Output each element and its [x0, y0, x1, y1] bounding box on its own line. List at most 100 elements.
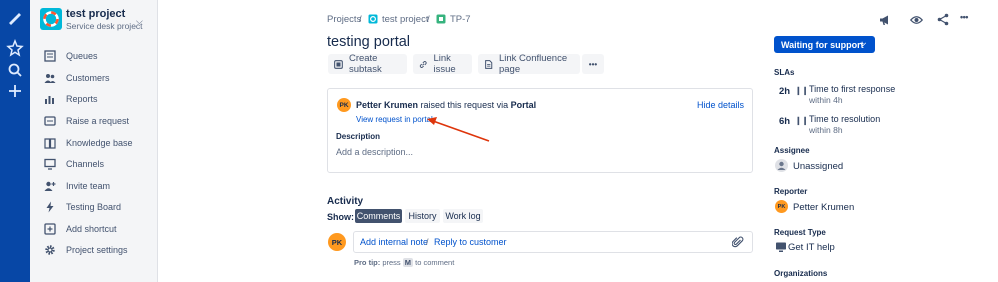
subtask-icon [334, 59, 343, 69]
sidebar-item-label: Reports [66, 94, 98, 104]
create-subtask-label: Create subtask [348, 53, 382, 75]
assignee-heading: Assignee [774, 146, 810, 155]
add-person-icon [44, 181, 56, 191]
issue-title[interactable]: testing portal [327, 34, 410, 50]
breadcrumb-issue-key[interactable]: TP-7 [450, 14, 471, 25]
unassigned-avatar-icon [775, 159, 788, 172]
watch-eye-icon[interactable] [910, 14, 923, 26]
sidebar-item-label: Knowledge base [66, 138, 133, 148]
reports-icon [45, 96, 54, 104]
reporter-value[interactable]: Petter Krumen [793, 202, 854, 213]
more-options-icon[interactable]: ••• [960, 12, 968, 22]
global-nav-rail [0, 0, 30, 282]
lightning-icon [46, 201, 54, 213]
pause-icon: ❙❙ [795, 86, 809, 95]
request-type-value[interactable]: Get IT help [788, 242, 835, 253]
sidebar-item-label: Project settings [66, 245, 128, 255]
customers-icon [44, 74, 56, 83]
book-icon [44, 138, 56, 149]
sidebar-item-knowledge-base[interactable]: Knowledge base [44, 135, 133, 151]
tab-work-log[interactable]: Work log [443, 209, 483, 223]
pro-tip-label: Pro tip: [354, 258, 381, 267]
organizations-heading: Organizations [774, 269, 828, 278]
paperclip-icon[interactable] [732, 236, 744, 248]
link-issue-button[interactable]: Link issue [413, 53, 472, 75]
link-issue-label: Link issue [433, 53, 456, 75]
sla-goal: within 8h [809, 125, 843, 135]
pause-icon: ❙❙ [795, 116, 809, 125]
computer-icon [776, 242, 786, 252]
chevron-down-icon[interactable]: ⌵ [136, 16, 143, 27]
assignee-value[interactable]: Unassigned [793, 161, 843, 172]
breadcrumb-separator: / [427, 14, 430, 25]
raise-request-icon [44, 116, 56, 126]
pro-tip: Pro tip: press M to comment [354, 258, 454, 267]
create-plus-icon[interactable] [6, 82, 24, 100]
view-request-in-portal-link[interactable]: View request in portal [356, 115, 433, 124]
sidebar-item-label: Invite team [66, 181, 111, 191]
sidebar-item-testing-board[interactable]: Testing Board [44, 199, 121, 215]
search-icon[interactable] [6, 61, 24, 79]
sidebar-item-customers[interactable]: Customers [44, 70, 110, 86]
pro-tip-press: press [382, 258, 401, 267]
reporter-name[interactable]: Petter Krumen [356, 100, 418, 110]
project-type: Service desk project [66, 21, 143, 31]
description-field[interactable]: Add a description... [336, 147, 413, 157]
project-name[interactable]: test project [66, 8, 125, 20]
sidebar-item-label: Raise a request [66, 116, 130, 126]
sidebar-item-invite-team[interactable]: Invite team [44, 178, 110, 194]
keyboard-key-badge: M [402, 258, 414, 267]
hide-details-link[interactable]: Hide details [697, 100, 744, 110]
link-icon [419, 60, 427, 68]
request-type-heading: Request Type [774, 228, 826, 237]
sidebar-item-label: Channels [66, 159, 105, 169]
sla-name: Time to resolution [809, 114, 881, 124]
avatar[interactable]: PK [337, 98, 351, 112]
show-label: Show: [327, 212, 354, 222]
sidebar-item-reports[interactable]: Reports [44, 91, 98, 107]
sidebar-item-raise-request[interactable]: Raise a request [44, 113, 129, 129]
raised-text: raised this request via [420, 100, 509, 110]
annotation-arrow [427, 117, 490, 142]
share-icon[interactable] [937, 13, 949, 26]
slas-heading: SLAs [774, 68, 795, 77]
megaphone-icon[interactable] [879, 14, 891, 26]
sidebar-item-label: Testing Board [66, 202, 122, 212]
tab-comments[interactable]: Comments [355, 209, 402, 223]
project-sidebar: test project Service desk project ⌵ Queu… [30, 0, 158, 282]
avatar: PK [775, 200, 788, 213]
create-subtask-button[interactable]: Create subtask [328, 53, 407, 75]
queues-icon [44, 50, 56, 62]
reply-to-customer-button[interactable]: Reply to customer [434, 237, 507, 247]
star-icon[interactable] [6, 39, 24, 57]
sidebar-item-project-settings[interactable]: Project settings [44, 242, 128, 258]
more-actions-button[interactable]: ••• [582, 54, 604, 74]
tab-history[interactable]: History [405, 209, 440, 223]
sla-goal: within 4h [809, 95, 843, 105]
comment-box[interactable]: Add internal note / Reply to customer [353, 231, 753, 253]
sidebar-item-add-shortcut[interactable]: Add shortcut [44, 221, 117, 237]
breadcrumb-separator: / [359, 14, 362, 25]
description-label: Description [336, 132, 381, 141]
link-confluence-label: Link Confluence page [498, 53, 568, 75]
breadcrumb-projects[interactable]: Projects [327, 14, 361, 25]
jira-logo-icon[interactable] [6, 10, 24, 28]
channel-name: Portal [510, 100, 537, 110]
issue-type-icon [436, 14, 446, 24]
reporter-heading: Reporter [774, 187, 808, 196]
request-details-card: PK Petter Krumen raised this request via… [327, 88, 753, 173]
breadcrumb-project[interactable]: test project [382, 14, 428, 25]
project-avatar[interactable] [40, 8, 62, 30]
add-internal-note-button[interactable]: Add internal note [360, 237, 428, 247]
comment-separator: / [426, 237, 429, 247]
sla-time: 2h [779, 86, 791, 97]
status-label: Waiting for support [781, 39, 864, 50]
page-icon [485, 59, 493, 69]
gear-icon [45, 245, 55, 255]
avatar: PK [328, 233, 346, 251]
sidebar-item-queues[interactable]: Queues [44, 48, 98, 64]
status-button[interactable]: Waiting for support ⌵ [774, 36, 875, 53]
link-confluence-button[interactable]: Link Confluence page [478, 53, 580, 75]
sidebar-item-channels[interactable]: Channels [44, 156, 104, 172]
monitor-icon [44, 158, 56, 170]
